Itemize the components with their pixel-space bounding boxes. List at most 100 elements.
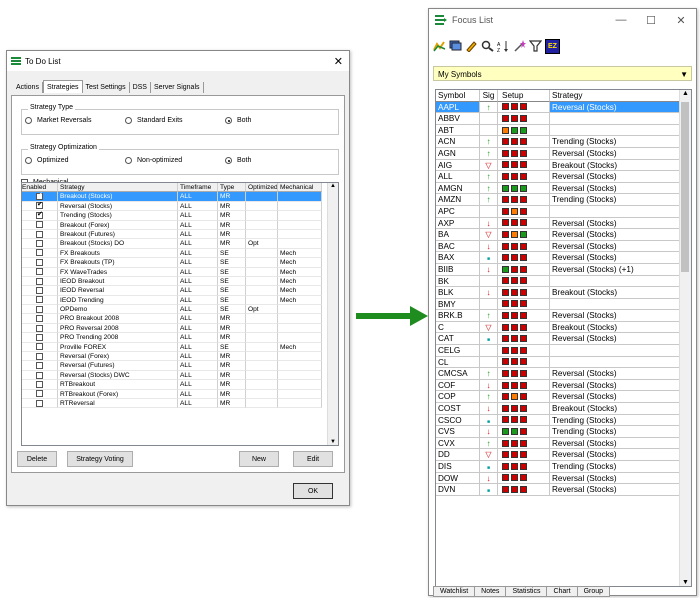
table-row[interactable]: Reversal (Futures) ALL MR: [22, 361, 338, 371]
table-row[interactable]: CMCSA ↑ Reversal (Stocks): [436, 368, 691, 380]
table-row[interactable]: BRK.B ↑ Reversal (Stocks): [436, 310, 691, 322]
enabled-cell[interactable]: [22, 192, 58, 202]
column-header[interactable]: Setup: [498, 90, 550, 102]
radio-market-reversals[interactable]: Market Reversals: [25, 117, 91, 124]
tab-chart[interactable]: Chart: [546, 586, 578, 597]
checkbox-icon[interactable]: [36, 362, 43, 370]
scroll-down-icon[interactable]: ▼: [328, 439, 338, 445]
enabled-cell[interactable]: [22, 380, 58, 390]
tab-notes[interactable]: Notes: [474, 586, 507, 597]
checkbox-icon[interactable]: [36, 249, 43, 257]
list-dropdown[interactable]: My Symbols ▼: [433, 66, 692, 81]
column-header[interactable]: Sig: [480, 90, 498, 102]
enabled-cell[interactable]: [22, 211, 58, 221]
table-row[interactable]: AXP ↓ Reversal (Stocks): [436, 217, 691, 230]
close-icon[interactable]: ✕: [334, 55, 343, 68]
checkbox-icon[interactable]: [36, 211, 43, 219]
enabled-cell[interactable]: [22, 220, 58, 230]
tab-server-signals[interactable]: Server Signals: [151, 82, 204, 93]
table-row[interactable]: BA ▽ Reversal (Stocks): [436, 229, 691, 241]
chevron-down-icon[interactable]: ▼: [680, 67, 688, 82]
tab-test-settings[interactable]: Test Settings: [83, 82, 130, 93]
checkbox-icon[interactable]: [36, 371, 43, 379]
table-row[interactable]: ABT: [436, 124, 691, 137]
table-row[interactable]: BLK ↓ Breakout (Stocks): [436, 287, 691, 299]
table-row[interactable]: IEOD Trending ALL SE Mech: [22, 295, 338, 306]
enabled-cell[interactable]: [22, 229, 58, 240]
table-row[interactable]: AIG ▽ Breakout (Stocks): [436, 159, 691, 172]
table-row[interactable]: AGN ↑ Reversal (Stocks): [436, 147, 691, 160]
enabled-cell[interactable]: [22, 295, 58, 306]
table-row[interactable]: BAX ■ Reversal (Stocks): [436, 252, 691, 264]
column-header[interactable]: Type: [218, 183, 246, 193]
scroll-up-icon[interactable]: ▲: [328, 183, 338, 189]
checkbox-icon[interactable]: [36, 315, 43, 323]
table-row[interactable]: CSCO ■ Trending (Stocks): [436, 414, 691, 427]
checkbox-icon[interactable]: [36, 333, 43, 341]
checkbox-icon[interactable]: [36, 305, 43, 313]
radio-type-both[interactable]: Both: [225, 117, 251, 124]
checkbox-icon[interactable]: [36, 324, 43, 332]
checkbox-icon[interactable]: [36, 240, 43, 248]
enabled-cell[interactable]: [22, 201, 58, 212]
table-row[interactable]: BAC ↓ Reversal (Stocks): [436, 240, 691, 253]
table-row[interactable]: Proville FOREX ALL SE Mech: [22, 342, 338, 353]
enabled-cell[interactable]: [22, 276, 58, 287]
radio-standard-exits[interactable]: Standard Exits: [125, 117, 183, 124]
checkbox-icon[interactable]: [36, 268, 43, 276]
table-row[interactable]: DIS ■ Trending (Stocks): [436, 461, 691, 473]
table-row[interactable]: FX WaveTrades ALL SE Mech: [22, 267, 338, 277]
table-row[interactable]: CELG: [436, 345, 691, 357]
table-row[interactable]: C ▽ Breakout (Stocks): [436, 321, 691, 334]
enabled-cell[interactable]: [22, 352, 58, 362]
checkbox-icon[interactable]: [36, 352, 43, 360]
magic-wand-icon[interactable]: [513, 39, 526, 52]
table-row[interactable]: Reversal (Forex) ALL MR: [22, 352, 338, 362]
tab-group[interactable]: Group: [576, 586, 611, 597]
enabled-cell[interactable]: [22, 370, 58, 381]
table-row[interactable]: COF ↓ Reversal (Stocks): [436, 379, 691, 392]
table-row[interactable]: CL: [436, 356, 691, 369]
checkbox-icon[interactable]: [36, 399, 43, 407]
checkbox-icon[interactable]: [36, 380, 43, 388]
table-row[interactable]: FX Breakouts ALL SE Mech: [22, 248, 338, 259]
table-row[interactable]: Breakout (Stocks)ALLMR: [22, 192, 338, 202]
table-row[interactable]: IEOD Reversal ALL SE Mech: [22, 286, 338, 296]
radio-opt-both[interactable]: Both: [225, 157, 251, 164]
maximize-icon[interactable]: ☐: [636, 14, 666, 27]
table-row[interactable]: FX Breakouts (TP) ALL SE Mech: [22, 258, 338, 268]
enabled-cell[interactable]: [22, 286, 58, 296]
checkbox-icon[interactable]: [36, 390, 43, 398]
table-row[interactable]: DVN ■ Reversal (Stocks): [436, 484, 691, 496]
table-row[interactable]: Reversal (Stocks) DWC ALL MR: [22, 370, 338, 381]
scroll-down-icon[interactable]: ▼: [680, 579, 691, 586]
enabled-cell[interactable]: [22, 342, 58, 353]
table-row[interactable]: CVS ↓ Trending (Stocks): [436, 426, 691, 438]
column-header[interactable]: Timeframe: [178, 183, 218, 193]
enabled-cell[interactable]: [22, 333, 58, 343]
column-header[interactable]: Enabled: [22, 183, 58, 193]
checkbox-icon[interactable]: [36, 202, 43, 210]
enabled-cell[interactable]: [22, 389, 58, 399]
table-row[interactable]: RTBreakout (Forex) ALL MR: [22, 389, 338, 399]
table-row[interactable]: AMZN ↑ Trending (Stocks): [436, 194, 691, 206]
table-row[interactable]: AAPL ↑ Reversal (Stocks): [436, 101, 691, 114]
table-row[interactable]: BK: [436, 275, 691, 288]
table-row[interactable]: Trending (Stocks)ALLMR: [22, 211, 338, 221]
ok-button[interactable]: OK: [293, 483, 333, 499]
table-row[interactable]: ABBV: [436, 113, 691, 125]
enabled-cell[interactable]: [22, 398, 58, 409]
table-row[interactable]: Reversal (Stocks)ALLMR: [22, 201, 338, 212]
checkbox-icon[interactable]: [36, 230, 43, 238]
checkbox-icon[interactable]: [36, 192, 43, 200]
table-row[interactable]: BIIB ↓ Reversal (Stocks) (+1): [436, 263, 691, 276]
scroll-up-icon[interactable]: ▲: [680, 90, 691, 97]
strategy-voting-button[interactable]: Strategy Voting: [67, 451, 133, 467]
tab-watchlist[interactable]: Watchlist: [433, 586, 476, 597]
enabled-cell[interactable]: [22, 267, 58, 277]
close-icon[interactable]: ✕: [666, 14, 696, 27]
table-row[interactable]: APC: [436, 205, 691, 218]
table-row[interactable]: PRO Reversal 2008 ALL MR: [22, 323, 338, 334]
checkbox-icon[interactable]: [36, 258, 43, 266]
enabled-cell[interactable]: [22, 314, 58, 324]
